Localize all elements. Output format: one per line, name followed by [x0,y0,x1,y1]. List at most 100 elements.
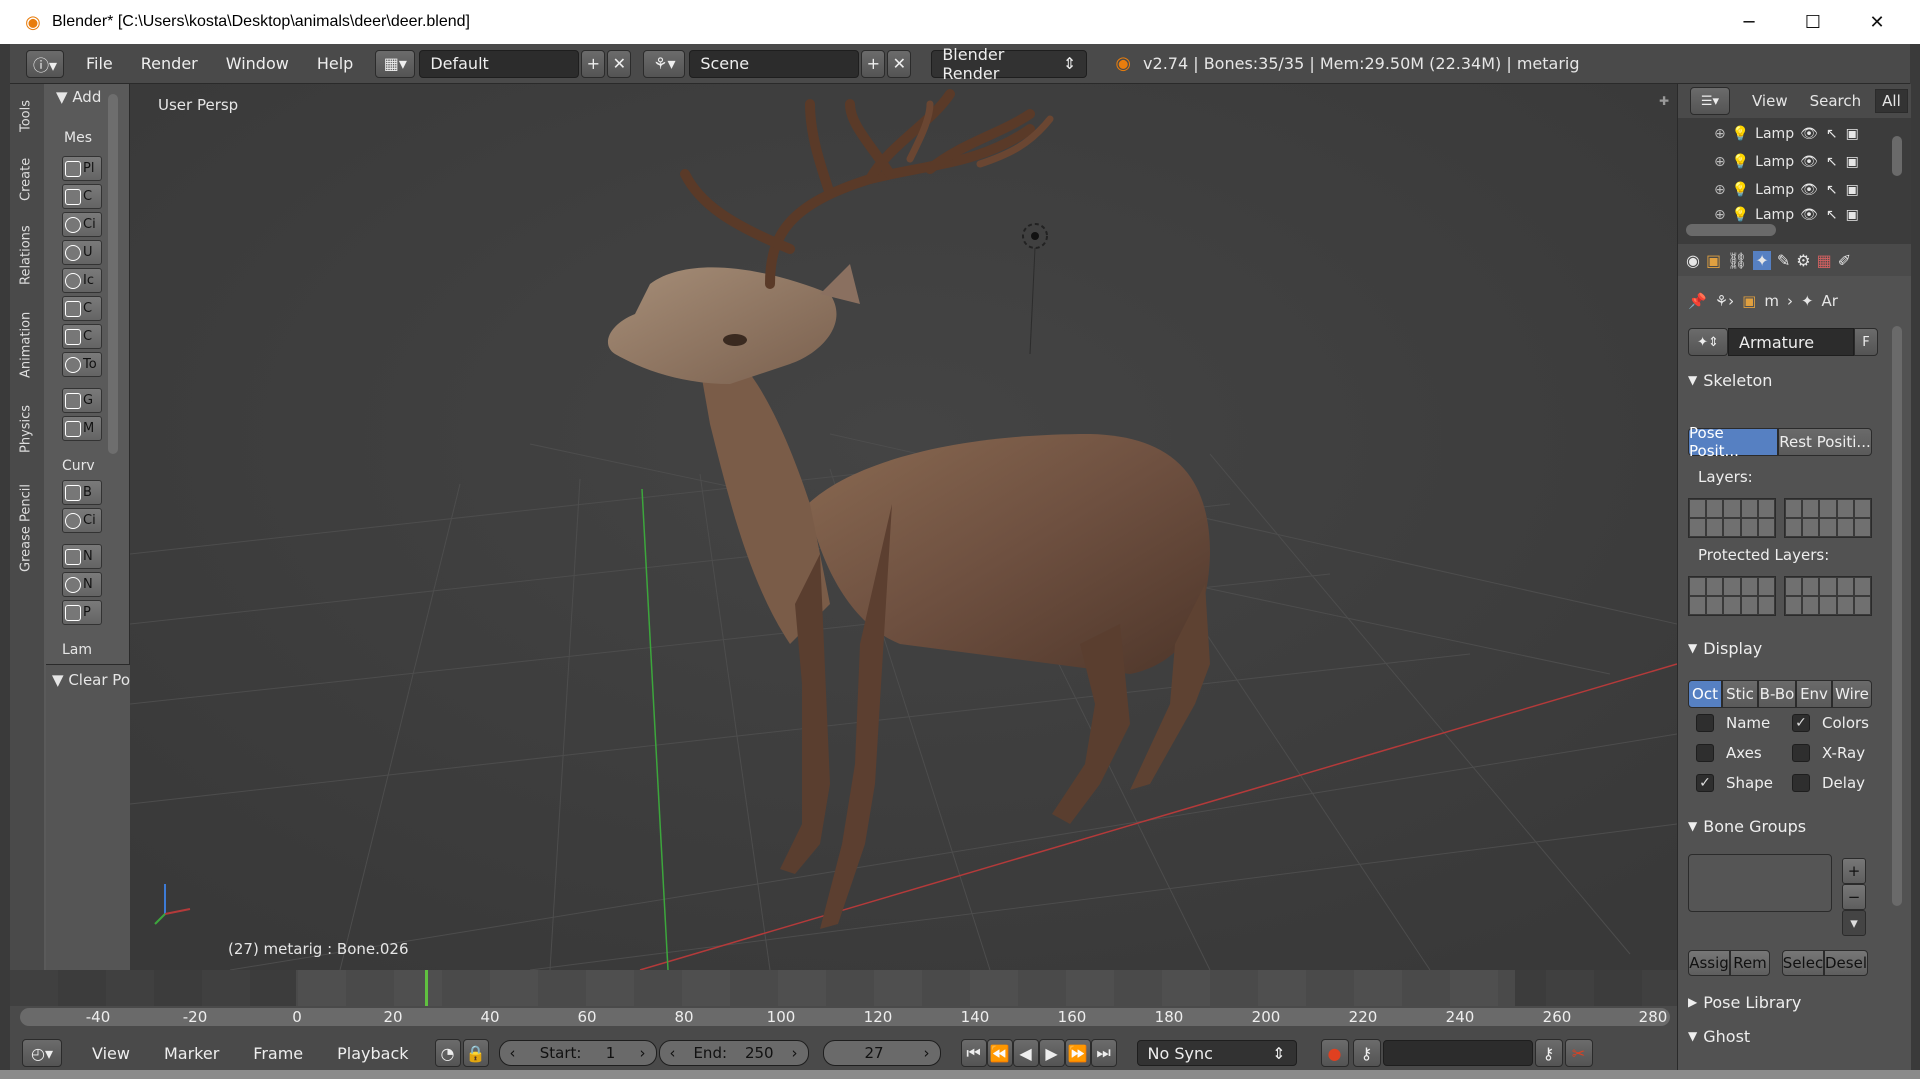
tool-uvsphere-button[interactable]: U [62,240,102,265]
outliner-hscrollbar[interactable] [1686,224,1776,236]
tool-grid-button[interactable]: G [62,388,102,413]
add-layout-icon[interactable]: + [581,49,606,78]
tool-nurbs-curve-button[interactable]: N [62,544,102,569]
visibility-eye-icon[interactable]: 👁 [1800,154,1818,170]
menu-view[interactable]: View [92,1044,130,1063]
remove-scene-icon[interactable]: ✕ [887,49,912,78]
display-panel-header[interactable]: ▼ Display [1688,634,1888,662]
display-octahedral-button[interactable]: Oct [1688,680,1722,708]
object-tab-icon[interactable]: ▣ [1706,251,1721,270]
region-toggle-icon[interactable]: ✚ [1659,94,1669,108]
visibility-eye-icon[interactable]: 👁 [1800,182,1818,198]
properties-scrollbar[interactable] [1892,326,1902,906]
bone-tab-icon[interactable]: ✎ [1777,251,1790,270]
pose-library-panel-header[interactable]: ▶ Pose Library [1688,988,1888,1016]
menu-playback[interactable]: Playback [337,1044,408,1063]
outliner-row[interactable]: ⊕ 💡 Lamp 👁 ↖ ▣ [1678,204,1911,226]
outliner-filter-all[interactable]: All [1875,89,1908,113]
modifier-tab-icon[interactable]: ✐ [1838,251,1851,270]
render-camera-icon[interactable]: ▣ [1846,182,1859,198]
editor-type-timeline-icon[interactable]: ◴▾ [22,1039,62,1067]
insert-keyframe-icon[interactable]: ⚷ [1534,1039,1563,1067]
tool-icosphere-button[interactable]: Ic [62,268,102,293]
lock-icon[interactable]: 🔒 [462,1039,489,1067]
render-tab-icon[interactable]: ◉ [1686,251,1700,270]
remove-bone-group-button[interactable]: − [1842,884,1866,910]
outliner-menu-view[interactable]: View [1752,92,1788,110]
jump-start-icon[interactable]: ⏮ [960,1039,987,1067]
minimize-button[interactable]: ─ [1718,0,1780,44]
play-icon[interactable]: ▶ [1038,1039,1065,1067]
current-frame-field[interactable]: 27 › [822,1040,941,1066]
protected-layers-grid-b[interactable] [1784,576,1872,616]
tool-cube-button[interactable]: C [62,184,102,209]
select-cursor-icon[interactable]: ↖ [1826,182,1838,198]
tool-circle-button[interactable]: Ci [62,212,102,237]
sync-select[interactable]: No Sync ⇕ [1136,1040,1297,1066]
menu-window[interactable]: Window [226,54,289,73]
add-panel-header[interactable]: ▼ Add [56,88,101,106]
fake-user-button[interactable]: F [1854,328,1878,356]
layers-grid-b[interactable] [1784,498,1872,538]
start-frame-field[interactable]: ‹ Start: 1 › [498,1040,657,1066]
current-frame-marker[interactable] [425,970,428,1006]
tool-nurbs-circle-button[interactable]: N [62,572,102,597]
render-camera-icon[interactable]: ▣ [1846,154,1859,170]
bone-constraints-tab-icon[interactable]: ⚙ [1796,251,1810,270]
armature-data-tab-icon[interactable]: ✦ [1753,250,1771,270]
tool-shelf-scrollbar[interactable] [108,94,118,454]
viewport-canvas[interactable] [130,84,1677,970]
datablock-selector[interactable]: ✦⇕ Armature F [1688,328,1878,356]
outliner-menu-search[interactable]: Search [1810,92,1862,110]
tab-animation[interactable]: Animation [14,300,38,390]
add-scene-icon[interactable]: + [861,49,886,78]
tool-path-button[interactable]: P [62,600,102,625]
tool-cone-button[interactable]: C [62,324,102,349]
outliner-row[interactable]: ⊕ 💡 Lamp 👁 ↖ ▣ [1678,148,1911,176]
play-reverse-icon[interactable]: ◀ [1012,1039,1039,1067]
outliner-row[interactable]: ⊕ 💡 Lamp 👁 ↖ ▣ [1678,176,1911,204]
skeleton-panel-header[interactable]: ▼ Skeleton [1688,366,1888,394]
assign-button[interactable]: Assig [1688,950,1730,976]
keying-set-field[interactable] [1382,1040,1533,1066]
menu-marker[interactable]: Marker [164,1044,219,1063]
scene-field[interactable]: Scene [689,49,860,78]
visibility-eye-icon[interactable]: 👁 [1800,126,1818,142]
outliner-row[interactable]: ⊕ 💡 Lamp 👁 ↖ ▣ [1678,120,1911,148]
editor-type-outliner-icon[interactable]: ☰▾ [1690,87,1730,115]
prev-keyframe-icon[interactable]: ⏪ [986,1039,1013,1067]
timeline[interactable]: -40 -20 0 20 40 60 80 100 120 140 160 18… [10,970,1677,1036]
render-camera-icon[interactable]: ▣ [1846,126,1859,142]
tab-tools[interactable]: Tools [14,88,38,144]
jump-end-icon[interactable]: ⏭ [1090,1039,1117,1067]
visibility-eye-icon[interactable]: 👁 [1800,207,1818,223]
rest-position-button[interactable]: Rest Positi... [1778,428,1872,456]
editor-type-info-icon[interactable]: ⓘ▾ [26,49,64,78]
layers-grid-a[interactable] [1688,498,1776,538]
maximize-button[interactable]: ☐ [1782,0,1844,44]
pin-icon[interactable]: 📌 [1688,292,1707,310]
axes-checkbox[interactable] [1696,744,1714,762]
bone-groups-panel-header[interactable]: ▼ Bone Groups [1688,812,1888,840]
display-stick-button[interactable]: Stic [1722,680,1758,708]
screen-layout-field[interactable]: Default [419,49,580,78]
select-button[interactable]: Selec [1782,950,1824,976]
ghost-panel-header[interactable]: ▼ Ghost [1688,1022,1888,1050]
remove-button[interactable]: Rem [1730,950,1770,976]
expand-icon[interactable]: ⊕ [1714,154,1726,170]
select-cursor-icon[interactable]: ↖ [1826,154,1838,170]
outliner-vscrollbar[interactable] [1892,136,1902,176]
display-wire-button[interactable]: Wire [1832,680,1872,708]
delete-keyframe-icon[interactable]: ✂ [1564,1039,1593,1067]
tab-create[interactable]: Create [14,148,38,210]
select-cursor-icon[interactable]: ↖ [1826,126,1838,142]
tool-cylinder-button[interactable]: C [62,296,102,321]
add-bone-group-button[interactable]: + [1842,858,1866,884]
tool-torus-button[interactable]: To [62,352,102,377]
tool-bezier-button[interactable]: B [62,480,102,505]
tab-relations[interactable]: Relations [14,214,38,296]
record-icon[interactable]: ● [1320,1039,1349,1067]
tool-curve-circle-button[interactable]: Ci [62,508,102,533]
bone-groups-list[interactable] [1688,854,1832,912]
xray-checkbox[interactable] [1792,744,1810,762]
